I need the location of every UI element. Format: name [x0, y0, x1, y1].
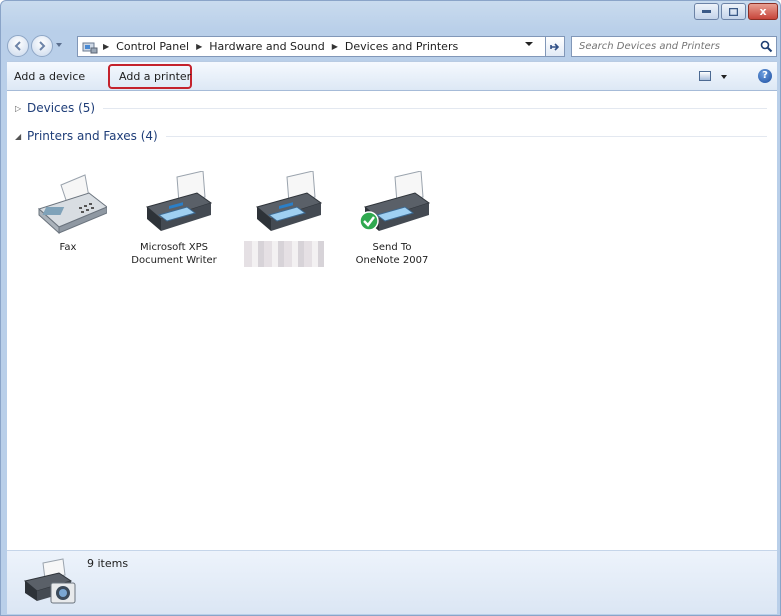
refresh-button[interactable]: [545, 36, 565, 57]
close-icon: x: [759, 5, 767, 18]
printer-name-line1: Microsoft XPS: [140, 242, 208, 253]
change-view-icon[interactable]: [699, 71, 711, 81]
explorer-window: x ▶ Control Panel ▶ Hardware and Sound ▶…: [0, 0, 781, 616]
devices-group-label: Devices (5): [27, 101, 96, 115]
minimize-icon: [702, 10, 711, 13]
address-row: ▶ Control Panel ▶ Hardware and Sound ▶ D…: [7, 35, 777, 59]
fax-icon: [38, 174, 107, 235]
printer-name-line2: Document Writer: [131, 255, 217, 266]
printer-item-microsoft-xps[interactable]: Microsoft XPS Document Writer: [129, 171, 219, 267]
devices-and-printers-icon: [23, 558, 76, 604]
breadcrumb-separator-icon: ▶: [103, 42, 110, 51]
minimize-button[interactable]: [694, 3, 719, 20]
redacted-printer-name: [244, 241, 324, 267]
printer-item-redacted[interactable]: [239, 171, 329, 271]
item-count: 9 items: [87, 557, 129, 570]
search-icon[interactable]: [760, 40, 773, 53]
breadcrumb-hardware-and-sound[interactable]: Hardware and Sound: [207, 40, 326, 53]
breadcrumb-separator-icon: ▶: [196, 42, 203, 51]
search-input[interactable]: [577, 40, 751, 53]
printer-item-fax[interactable]: Fax: [23, 171, 113, 254]
breadcrumb-devices-and-printers[interactable]: Devices and Printers: [343, 40, 460, 53]
printer-name-line1: Send To: [372, 242, 412, 253]
content-pane: ▷ Devices (5) ◢ Printers and Faxes (4) F…: [7, 91, 777, 551]
forward-button[interactable]: [31, 35, 53, 57]
maximize-icon: [729, 7, 738, 16]
add-device-button[interactable]: Add a device: [14, 70, 85, 83]
group-divider: [165, 135, 767, 137]
breadcrumb-control-panel[interactable]: Control Panel: [114, 40, 191, 53]
collapse-arrow-icon[interactable]: ◢: [15, 132, 27, 141]
view-options-dropdown-icon[interactable]: [721, 75, 727, 79]
printer-name-line2: OneNote 2007: [355, 255, 429, 266]
printers-group-header[interactable]: ◢ Printers and Faxes (4): [15, 129, 767, 143]
expand-arrow-icon[interactable]: ▷: [15, 104, 27, 113]
printer-name-line1: Fax: [59, 242, 77, 253]
help-icon[interactable]: ?: [758, 69, 772, 83]
control-panel-icon: [82, 42, 98, 53]
address-bar[interactable]: ▶ Control Panel ▶ Hardware and Sound ▶ D…: [77, 36, 553, 57]
details-pane: 9 items: [7, 550, 777, 614]
back-arrow-icon: [14, 41, 21, 51]
breadcrumb-separator-icon: ▶: [331, 42, 338, 51]
printer-icon: [255, 171, 323, 231]
back-button[interactable]: [7, 35, 29, 57]
close-button[interactable]: x: [748, 3, 778, 20]
devices-group-header[interactable]: ▷ Devices (5): [15, 101, 767, 115]
group-divider: [103, 107, 767, 109]
recent-pages-dropdown[interactable]: [56, 43, 62, 47]
refresh-icon: [550, 42, 560, 51]
printers-group-label: Printers and Faxes (4): [27, 129, 158, 143]
add-printer-button[interactable]: Add a printer: [119, 70, 191, 83]
search-box[interactable]: [571, 36, 777, 57]
forward-arrow-icon: [39, 41, 46, 51]
printer-icon: [145, 171, 213, 231]
maximize-button[interactable]: [721, 3, 746, 20]
caption-buttons: x: [692, 3, 778, 21]
printer-icon: [359, 171, 431, 231]
command-bar: Add a device Add a printer ?: [7, 61, 777, 91]
address-dropdown-icon[interactable]: [525, 42, 533, 46]
printer-item-send-to-onenote[interactable]: Send To OneNote 2007: [347, 171, 437, 267]
